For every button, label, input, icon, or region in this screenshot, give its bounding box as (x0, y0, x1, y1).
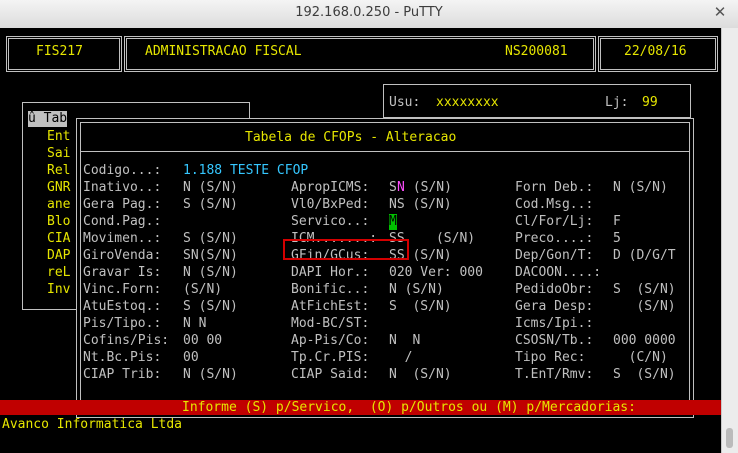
field-label: CSOSN/Tb.: (515, 333, 594, 348)
field-value[interactable]: D (D/G/T (613, 248, 676, 264)
field-value[interactable]: S (S/N) (613, 367, 676, 383)
apropicms-flag[interactable]: N (397, 180, 405, 196)
field-value[interactable]: (C/N) (613, 350, 668, 366)
menu-item[interactable]: DAP (47, 248, 70, 264)
field-value[interactable]: NS (S/N) (389, 197, 452, 213)
field-value[interactable]: S (389, 180, 397, 196)
field-value[interactable]: / (389, 350, 413, 366)
header-date: 22/08/16 (624, 44, 687, 59)
field-label: Cofins/Pis: (83, 333, 170, 348)
terminal-screen[interactable]: FIS217 ADMINISTRACAO FISCAL NS200081 22/… (0, 28, 722, 453)
field-label: T.EnT/Rmv: (515, 367, 594, 382)
field-label: AtuEstoq.: (83, 299, 162, 314)
field-value[interactable]: N (S/N) (183, 180, 238, 196)
field-value[interactable]: F (613, 214, 621, 230)
field-label: Inativo..: (83, 180, 162, 195)
field-label: Preco....: (515, 231, 594, 246)
field-label: Gravar Is: (83, 265, 162, 280)
field-value[interactable]: N N (389, 333, 420, 349)
field-label: PedidoObr: (515, 282, 594, 297)
field-label: CIAP Said: (291, 367, 370, 382)
user-value: xxxxxxxx (436, 95, 499, 110)
field-label: Tp.Cr.PIS: (291, 350, 370, 365)
field-label: Gera Desp: (515, 299, 594, 314)
header-code: FIS217 (36, 44, 83, 59)
field-value[interactable]: N (S/N) (389, 282, 444, 298)
field-value[interactable]: N (S/N) (389, 367, 452, 383)
field-label: Gera Pag.: (83, 197, 162, 212)
window-title: 192.168.0.250 - PuTTY (295, 5, 443, 20)
field-label: Movimen..: (83, 231, 162, 246)
field-label: Icms/Ipi.: (515, 316, 594, 331)
menu-item[interactable]: GNR (47, 180, 70, 196)
field-label: Vinc.Forn: (83, 282, 162, 297)
dialog-title: Tabela de CFOPs - Alteracao (245, 130, 457, 145)
field-label: AtFichEst: (291, 299, 370, 314)
field-label: Nt.Bc.Pis: (83, 350, 162, 365)
field-value[interactable]: (S/N) (613, 299, 675, 315)
field-value[interactable]: 5 (613, 231, 621, 247)
cfop-dialog: Tabela de CFOPs - Alteracao Codigo...: 1… (76, 118, 694, 418)
field-value[interactable]: N (S/N) (183, 367, 238, 383)
field-value[interactable]: 000 0000 (613, 333, 676, 349)
menu-item[interactable]: CIA (47, 231, 70, 247)
menu-item[interactable]: Ent (47, 129, 70, 145)
field-value[interactable]: N N (183, 316, 206, 332)
scrollbar[interactable] (721, 28, 738, 453)
field-label: CIAP Trib: (83, 367, 162, 382)
field-value[interactable]: SN(S/N) (183, 248, 238, 264)
field-label: Dep/Gon/T: (515, 248, 594, 263)
header-session: NS200081 (505, 44, 568, 59)
field-label: DACOON....: (515, 265, 602, 280)
field-label: Tipo Rec: (515, 350, 586, 365)
field-label: Mod-BC/ST: (291, 316, 370, 331)
header-module: ADMINISTRACAO FISCAL (145, 44, 302, 59)
menu-item[interactable]: Rel (47, 163, 70, 179)
field-label: Forn Deb.: (515, 180, 594, 195)
menu-item[interactable]: û Tab (28, 111, 68, 127)
field-value[interactable]: N (S/N) (613, 180, 668, 196)
footer-company: Avanco Informatica Ltda (2, 417, 183, 432)
field-label: DAPI Hor.: (291, 265, 370, 280)
menu-item[interactable]: ane (47, 197, 70, 213)
scrollbar-thumb[interactable] (726, 428, 733, 448)
store-value: 99 (642, 95, 658, 110)
title-bar: 192.168.0.250 - PuTTY ✕ (0, 0, 738, 29)
menu-item[interactable]: Blo (47, 214, 70, 230)
field-label: Ap-Pis/Co: (291, 333, 370, 348)
codigo-value[interactable]: 1.188 TESTE CFOP (183, 163, 308, 179)
dialog-title-separator (80, 151, 690, 152)
field-label: Vl0/BxPed: (291, 197, 370, 212)
menu-item[interactable]: Inv (47, 282, 70, 298)
putty-window: 192.168.0.250 - PuTTY ✕ FIS217 ADMINISTR… (0, 0, 738, 453)
codigo-label: Codigo...: (83, 163, 162, 178)
field-value[interactable]: 00 00 (183, 333, 222, 349)
field-value[interactable]: S (S/N) (389, 299, 452, 315)
field-value[interactable]: S (S/N) (183, 197, 238, 213)
field-value[interactable]: (S/N) (183, 282, 222, 298)
field-value[interactable]: S (S/N) (183, 299, 238, 315)
field-value[interactable]: 00 (183, 350, 199, 366)
store-label: Lj: (605, 95, 629, 110)
close-icon[interactable]: ✕ (712, 4, 728, 20)
field-label: Cod.Msg..: (515, 197, 594, 212)
user-label: Usu: (389, 95, 421, 110)
servico-highlight-box (283, 239, 409, 260)
field-label: Cl/For/Lj: (515, 214, 594, 229)
field-label: Bonific..: (291, 282, 370, 297)
field-label: Cond.Pag.: (83, 214, 162, 229)
apropicms-hint: (S/N) (405, 180, 452, 195)
field-label: GiroVenda: (83, 248, 162, 263)
field-label: Servico..: (291, 214, 370, 229)
field-label: ApropICMS: (291, 180, 370, 195)
field-value[interactable]: 020 Ver: 000 (389, 265, 483, 281)
menu-item[interactable]: reL (47, 265, 70, 281)
field-value[interactable]: N (S/N) (183, 265, 238, 281)
menu-item[interactable]: Sai (47, 146, 70, 162)
field-value[interactable]: S (S/N) (613, 282, 676, 298)
field-value[interactable]: S (S/N) (183, 231, 238, 247)
field-label: Pis/Tipo.: (83, 316, 162, 331)
status-message: Informe (S) p/Servico, (O) p/Outros ou (… (182, 400, 636, 415)
servico-cursor-input[interactable]: M (389, 214, 397, 230)
